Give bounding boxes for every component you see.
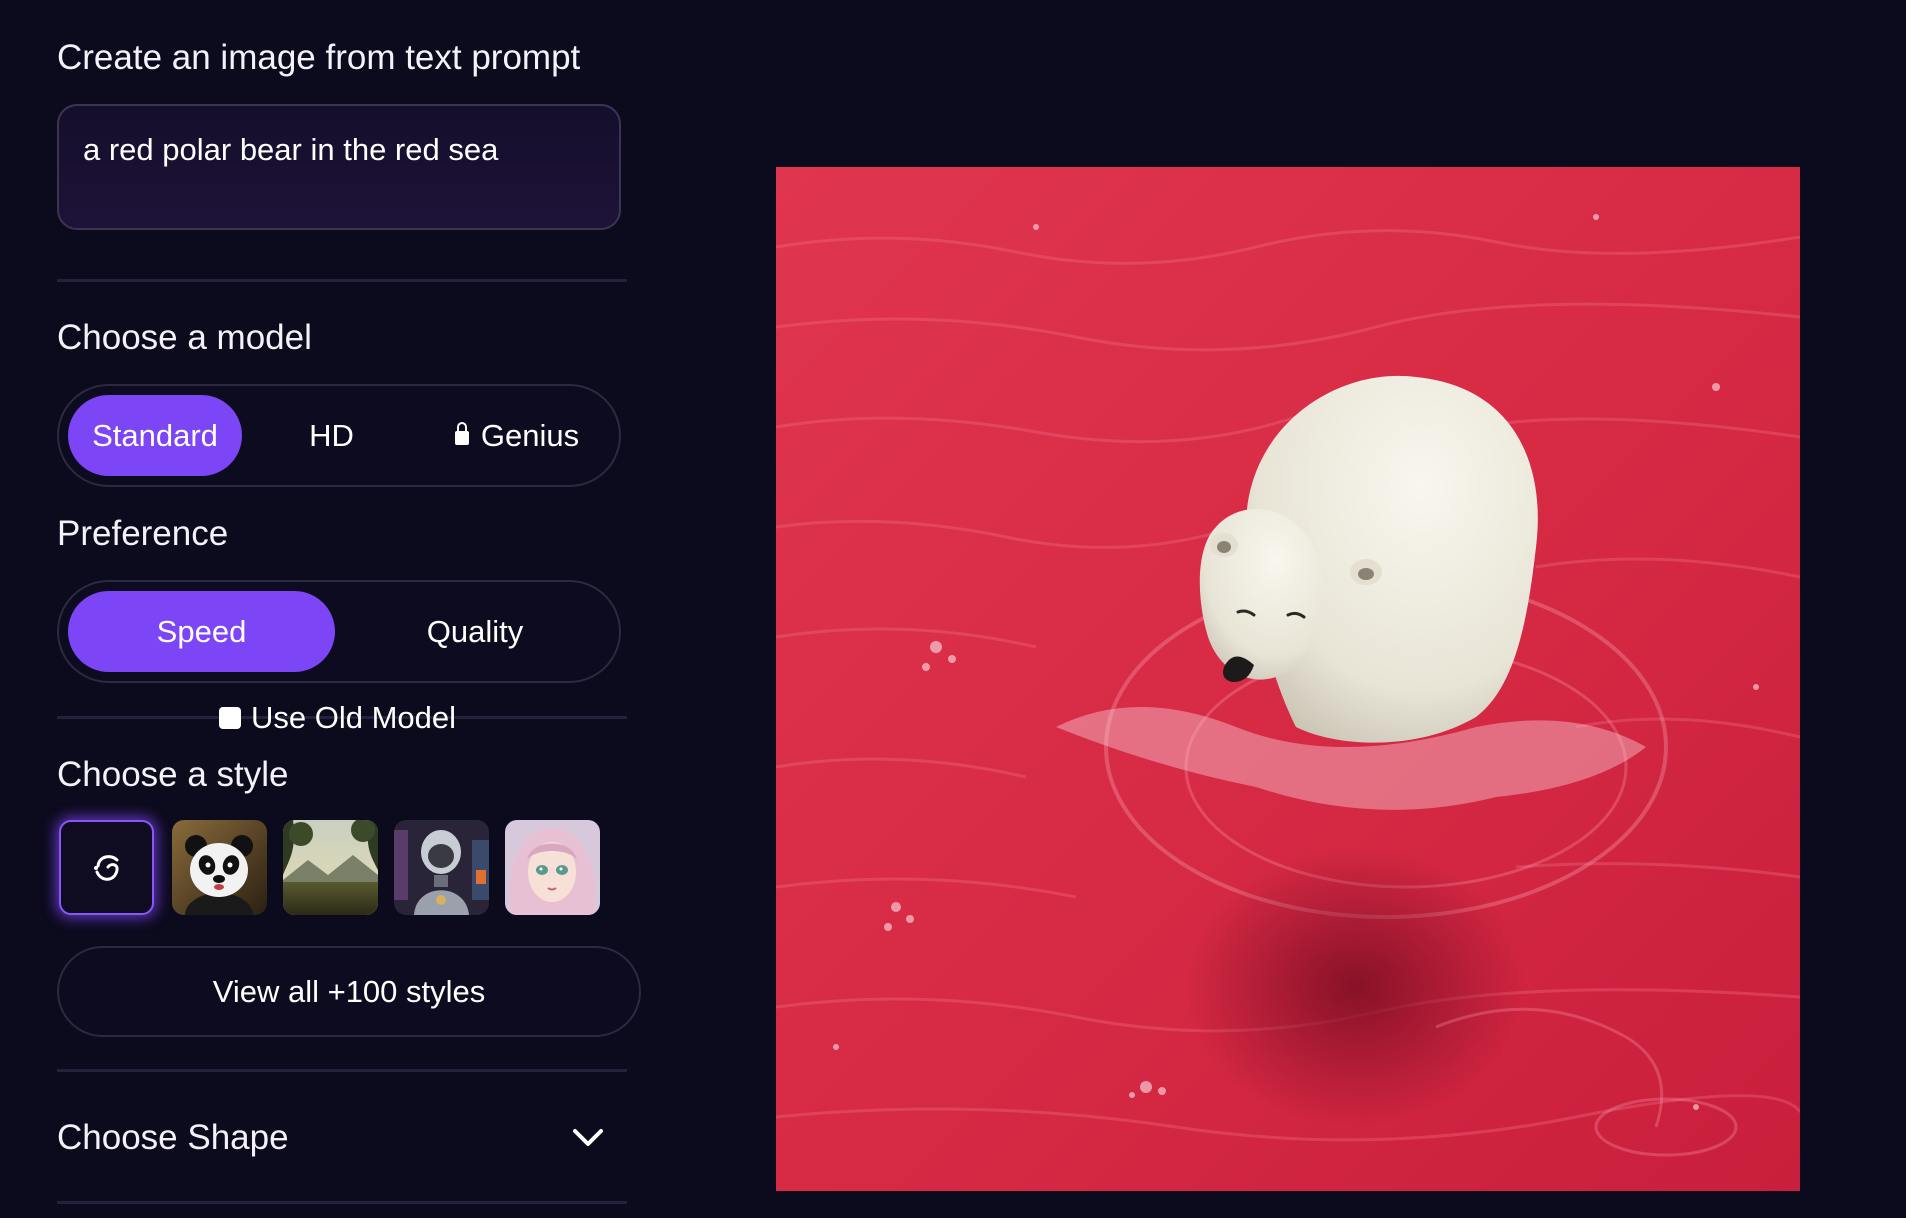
model-option-label: Standard bbox=[92, 417, 218, 453]
model-option-hd[interactable]: HD bbox=[244, 395, 419, 476]
style-thumb-landscape[interactable] bbox=[283, 820, 378, 915]
style-title: Choose a style bbox=[57, 755, 289, 794]
generated-image bbox=[776, 167, 1800, 1191]
use-old-model-label: Use Old Model bbox=[251, 700, 457, 735]
lock-icon bbox=[454, 421, 469, 445]
preference-option-quality[interactable]: Quality bbox=[337, 591, 613, 672]
preference-option-label: Speed bbox=[156, 613, 247, 649]
no-style-icon bbox=[93, 854, 119, 881]
landscape-style-icon bbox=[283, 820, 378, 915]
prompt-title: Create an image from text prompt bbox=[57, 38, 581, 77]
model-selector: Standard HD Genius bbox=[57, 384, 621, 487]
prompt-box[interactable]: a red polar bear in the red sea bbox=[57, 104, 621, 230]
use-old-model-toggle[interactable]: Use Old Model bbox=[219, 700, 456, 736]
shape-title: Choose Shape bbox=[57, 1118, 289, 1157]
divider bbox=[57, 1069, 627, 1072]
use-old-model-checkbox[interactable] bbox=[219, 707, 241, 729]
model-option-label: Genius bbox=[480, 417, 580, 453]
preference-option-speed[interactable]: Speed bbox=[68, 591, 335, 672]
robot-style-icon bbox=[394, 820, 489, 915]
polar-bear-image bbox=[776, 167, 1800, 1191]
panda-style-icon bbox=[172, 820, 267, 915]
style-thumb-anime[interactable] bbox=[505, 820, 600, 915]
anime-girl-style-icon bbox=[505, 820, 600, 915]
divider bbox=[57, 279, 627, 282]
model-title: Choose a model bbox=[57, 318, 312, 357]
choose-shape-dropdown[interactable]: Choose Shape bbox=[57, 1110, 627, 1170]
view-all-styles-button[interactable]: View all +100 styles bbox=[57, 946, 641, 1037]
style-thumb-robot[interactable] bbox=[394, 820, 489, 915]
style-thumb-none[interactable] bbox=[59, 820, 154, 915]
prompt-input[interactable]: a red polar bear in the red sea bbox=[83, 130, 593, 210]
preference-selector: Speed Quality bbox=[57, 580, 621, 683]
divider bbox=[57, 1201, 627, 1204]
chevron-down-icon[interactable] bbox=[571, 1120, 605, 1154]
style-thumb-panda[interactable] bbox=[172, 820, 267, 915]
view-all-styles-label: View all +100 styles bbox=[212, 973, 486, 1009]
preference-title: Preference bbox=[57, 514, 229, 553]
model-option-label: HD bbox=[309, 417, 354, 453]
model-option-standard[interactable]: Standard bbox=[68, 395, 242, 476]
model-option-genius[interactable]: Genius bbox=[421, 395, 613, 476]
preference-option-label: Quality bbox=[426, 613, 524, 649]
